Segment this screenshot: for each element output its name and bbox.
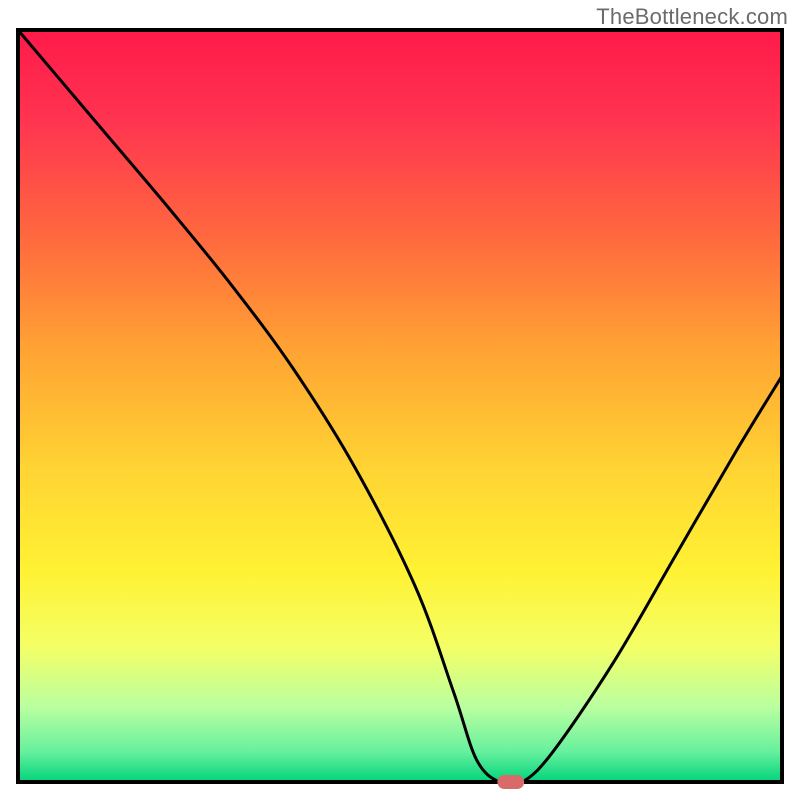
watermark-text: TheBottleneck.com	[596, 4, 788, 30]
gradient-background	[18, 30, 782, 782]
chart-container: TheBottleneck.com	[0, 0, 800, 800]
optimal-marker	[497, 775, 524, 789]
bottleneck-chart	[0, 0, 800, 800]
